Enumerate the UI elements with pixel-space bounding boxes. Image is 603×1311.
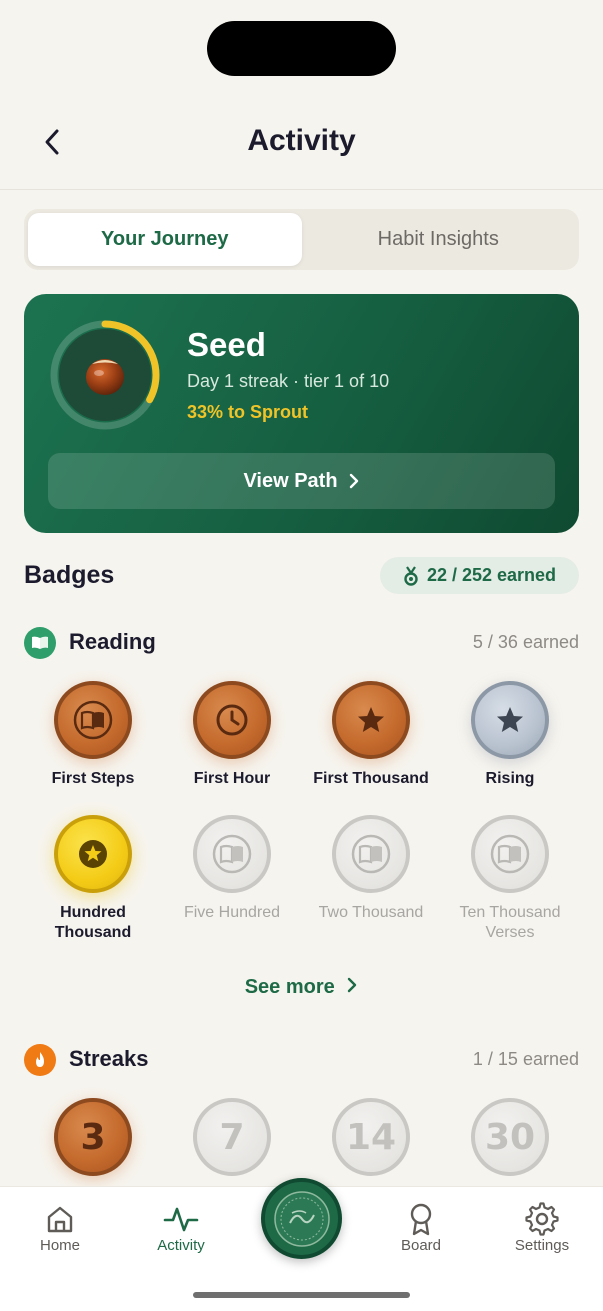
badge-disc bbox=[54, 681, 132, 759]
tab-activity[interactable]: Activity bbox=[126, 1201, 236, 1254]
tab-board-label: Board bbox=[400, 1237, 442, 1254]
tier-name: Seed bbox=[187, 326, 266, 363]
badge-disc: 14 bbox=[332, 1098, 410, 1176]
segmented-control: Your Journey Habit Insights bbox=[24, 209, 579, 270]
book-icon bbox=[351, 834, 391, 874]
star-circle-icon bbox=[79, 840, 107, 868]
badges-earned-pill: 22 / 252 earned bbox=[380, 557, 579, 594]
badge-disc bbox=[193, 815, 271, 893]
badges-earned-count: 22 / 252 earned bbox=[426, 565, 557, 585]
tier-subtitle: Day 1 streak · tier 1 of 10 bbox=[187, 371, 390, 391]
tab-your-journey[interactable]: Your Journey bbox=[28, 213, 302, 266]
chevron-right-icon bbox=[349, 473, 358, 489]
tab-board[interactable]: Board bbox=[366, 1201, 476, 1254]
badge-first-hour[interactable]: First Hour bbox=[162, 681, 302, 789]
view-path-button[interactable]: View Path bbox=[48, 453, 555, 509]
tab-settings[interactable]: Settings bbox=[487, 1201, 597, 1254]
badge-disc bbox=[193, 681, 271, 759]
streaks-title: Streaks bbox=[69, 1046, 149, 1071]
see-more-label: See more bbox=[244, 976, 335, 998]
home-indicator bbox=[193, 1292, 410, 1298]
badge-label: Rising bbox=[485, 770, 535, 787]
badge-five-hundred[interactable]: Five Hundred bbox=[162, 815, 302, 923]
badge-disc bbox=[332, 815, 410, 893]
tab-home-label: Home bbox=[39, 1237, 80, 1254]
badge-ten-thousand-verses[interactable]: Ten Thousand Verses bbox=[440, 815, 580, 943]
book-icon bbox=[212, 834, 252, 874]
dynamic-island bbox=[207, 21, 396, 76]
badge-disc: 3 bbox=[54, 1098, 132, 1176]
streak-number: 7 bbox=[219, 1116, 245, 1158]
badge-disc bbox=[54, 815, 132, 893]
badge-label: First Steps bbox=[51, 770, 135, 787]
streak-badge-30[interactable]: 30 bbox=[440, 1098, 580, 1176]
flame-icon bbox=[24, 1044, 56, 1076]
streaks-category-header: Streaks 1 / 15 earned bbox=[24, 1042, 579, 1078]
gear-icon bbox=[525, 1202, 559, 1236]
streak-number: 30 bbox=[484, 1116, 536, 1158]
streak-number: 3 bbox=[80, 1116, 106, 1158]
badge-disc bbox=[471, 681, 549, 759]
award-icon bbox=[410, 1203, 432, 1236]
star-icon bbox=[358, 707, 384, 732]
badge-first-thousand[interactable]: First Thousand bbox=[301, 681, 441, 789]
badge-disc: 7 bbox=[193, 1098, 271, 1176]
book-icon bbox=[490, 834, 530, 874]
nav-header: Activity bbox=[0, 100, 603, 190]
badge-label: Hundred Thousand bbox=[54, 904, 132, 941]
badge-rising[interactable]: Rising bbox=[440, 681, 580, 789]
streak-badge-7[interactable]: 7 bbox=[162, 1098, 302, 1176]
clock-icon bbox=[216, 704, 248, 736]
badge-label: Five Hundred bbox=[183, 904, 281, 921]
quran-emblem-icon bbox=[273, 1190, 330, 1247]
streak-number: 14 bbox=[345, 1116, 397, 1158]
badge-first-steps[interactable]: First Steps bbox=[23, 681, 163, 789]
view-path-label: View Path bbox=[243, 469, 338, 492]
badges-heading: Badges bbox=[24, 561, 115, 589]
medal-icon bbox=[404, 565, 418, 586]
streak-badge-3[interactable]: 3 bbox=[23, 1098, 163, 1176]
reading-title: Reading bbox=[69, 629, 156, 654]
badge-hundred-thousand[interactable]: Hundred Thousand bbox=[23, 815, 163, 943]
badge-label: Ten Thousand Verses bbox=[459, 904, 561, 941]
tab-settings-label: Settings bbox=[514, 1237, 570, 1254]
badge-disc bbox=[332, 681, 410, 759]
badge-label: Two Thousand bbox=[318, 904, 424, 921]
activity-icon bbox=[163, 1207, 199, 1232]
page-title: Activity bbox=[247, 124, 356, 157]
open-book-icon bbox=[24, 627, 56, 659]
star-icon bbox=[497, 707, 523, 732]
streak-badge-14[interactable]: 14 bbox=[301, 1098, 441, 1176]
badge-disc bbox=[471, 815, 549, 893]
tier-card: Seed Day 1 streak · tier 1 of 10 33% to … bbox=[24, 294, 579, 533]
reading-category-header: Reading 5 / 36 earned bbox=[24, 625, 579, 661]
reading-count: 5 / 36 earned bbox=[472, 632, 579, 652]
chevron-right-icon bbox=[348, 977, 357, 993]
badge-label: First Hour bbox=[193, 770, 271, 787]
tab-habit-insights[interactable]: Habit Insights bbox=[302, 213, 576, 266]
seed-icon bbox=[59, 329, 151, 421]
streaks-count: 1 / 15 earned bbox=[472, 1049, 579, 1069]
badge-disc: 30 bbox=[471, 1098, 549, 1176]
badge-label: First Thousand bbox=[313, 770, 429, 787]
home-icon bbox=[47, 1206, 73, 1233]
badge-two-thousand[interactable]: Two Thousand bbox=[301, 815, 441, 923]
tier-progress-text: 33% to Sprout bbox=[187, 402, 309, 422]
tab-home[interactable]: Home bbox=[5, 1201, 115, 1254]
tab-activity-label: Activity bbox=[157, 1237, 205, 1254]
quran-center-button[interactable] bbox=[261, 1178, 342, 1259]
book-icon bbox=[73, 700, 113, 740]
see-more-button[interactable]: See more bbox=[0, 976, 603, 999]
